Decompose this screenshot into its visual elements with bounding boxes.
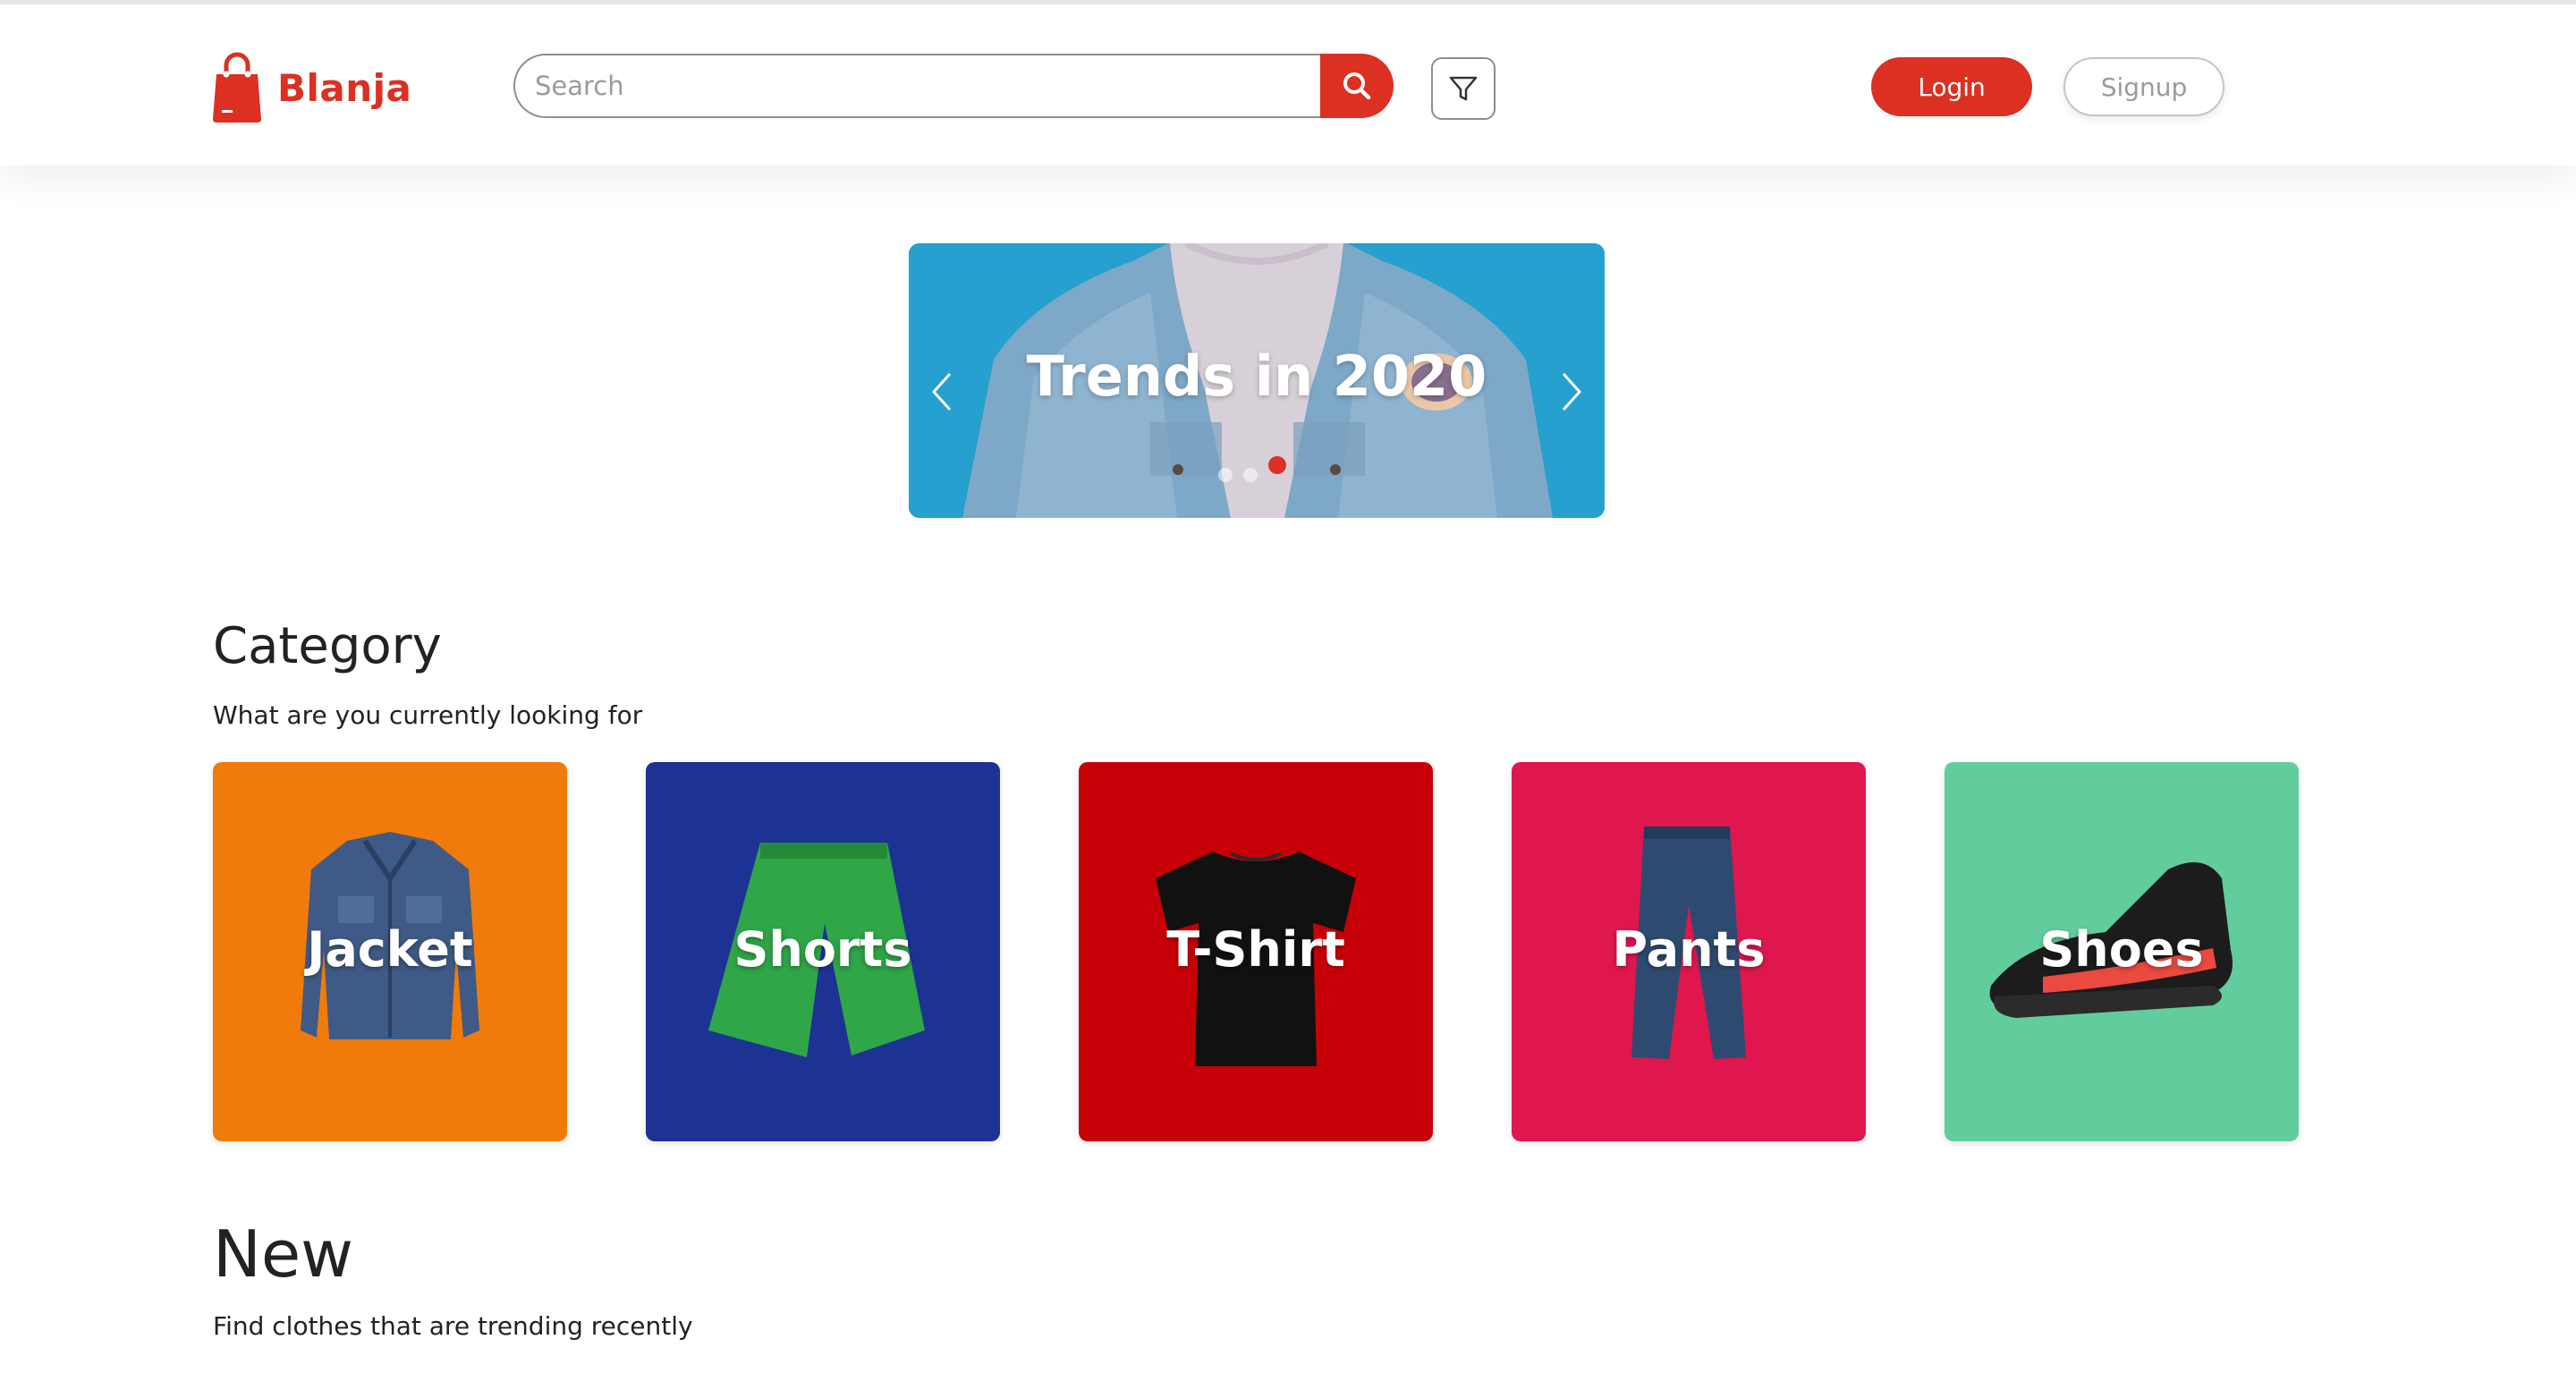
logo[interactable]: Blanja [211, 47, 411, 128]
chevron-right-icon [1562, 372, 1582, 411]
page: Blanja Login Signup [0, 0, 2576, 1390]
category-subtitle: What are you currently looking for [213, 700, 643, 730]
carousel-dot[interactable] [1243, 468, 1258, 482]
category-card-shorts[interactable]: Shorts [646, 762, 1000, 1141]
category-label: Shorts [733, 921, 912, 978]
search-input[interactable] [513, 54, 1320, 118]
category-card-tshirt[interactable]: T-Shirt [1079, 762, 1433, 1141]
new-section-subtitle: Find clothes that are trending recently [213, 1311, 693, 1341]
filter-icon [1449, 76, 1478, 101]
category-label: T-Shirt [1166, 921, 1345, 978]
search-icon [1343, 72, 1371, 100]
search-button[interactable] [1320, 54, 1394, 118]
carousel-indicators [1218, 456, 1297, 488]
carousel-next-button[interactable] [1553, 365, 1589, 419]
category-label: Pants [1612, 921, 1766, 978]
header: Blanja Login Signup [0, 4, 2576, 165]
category-card-jacket[interactable]: Jacket [213, 762, 567, 1141]
category-label: Jacket [307, 921, 473, 978]
search-bar [513, 54, 1394, 118]
category-card-shoes[interactable]: Shoes [1945, 762, 2299, 1141]
chevron-left-icon [931, 372, 952, 411]
brand-name: Blanja [277, 65, 412, 110]
carousel-dot[interactable] [1218, 468, 1233, 482]
signup-button[interactable]: Signup [2063, 57, 2224, 116]
category-title: Category [213, 617, 442, 675]
hero-carousel: Trends in 2020 [909, 243, 1605, 518]
category-grid: Jacket Shorts T-Shirt Pants Shoes [213, 762, 2301, 1141]
login-button[interactable]: Login [1871, 57, 2032, 116]
category-card-pants[interactable]: Pants [1512, 762, 1866, 1141]
shopping-bag-icon [213, 52, 261, 123]
carousel-dot-active[interactable] [1268, 456, 1286, 474]
carousel-prev-button[interactable] [925, 365, 961, 419]
category-label: Shoes [2039, 921, 2204, 978]
new-section-title: New [213, 1216, 354, 1292]
carousel-title: Trends in 2020 [1026, 343, 1487, 409]
filter-button[interactable] [1431, 57, 1496, 120]
